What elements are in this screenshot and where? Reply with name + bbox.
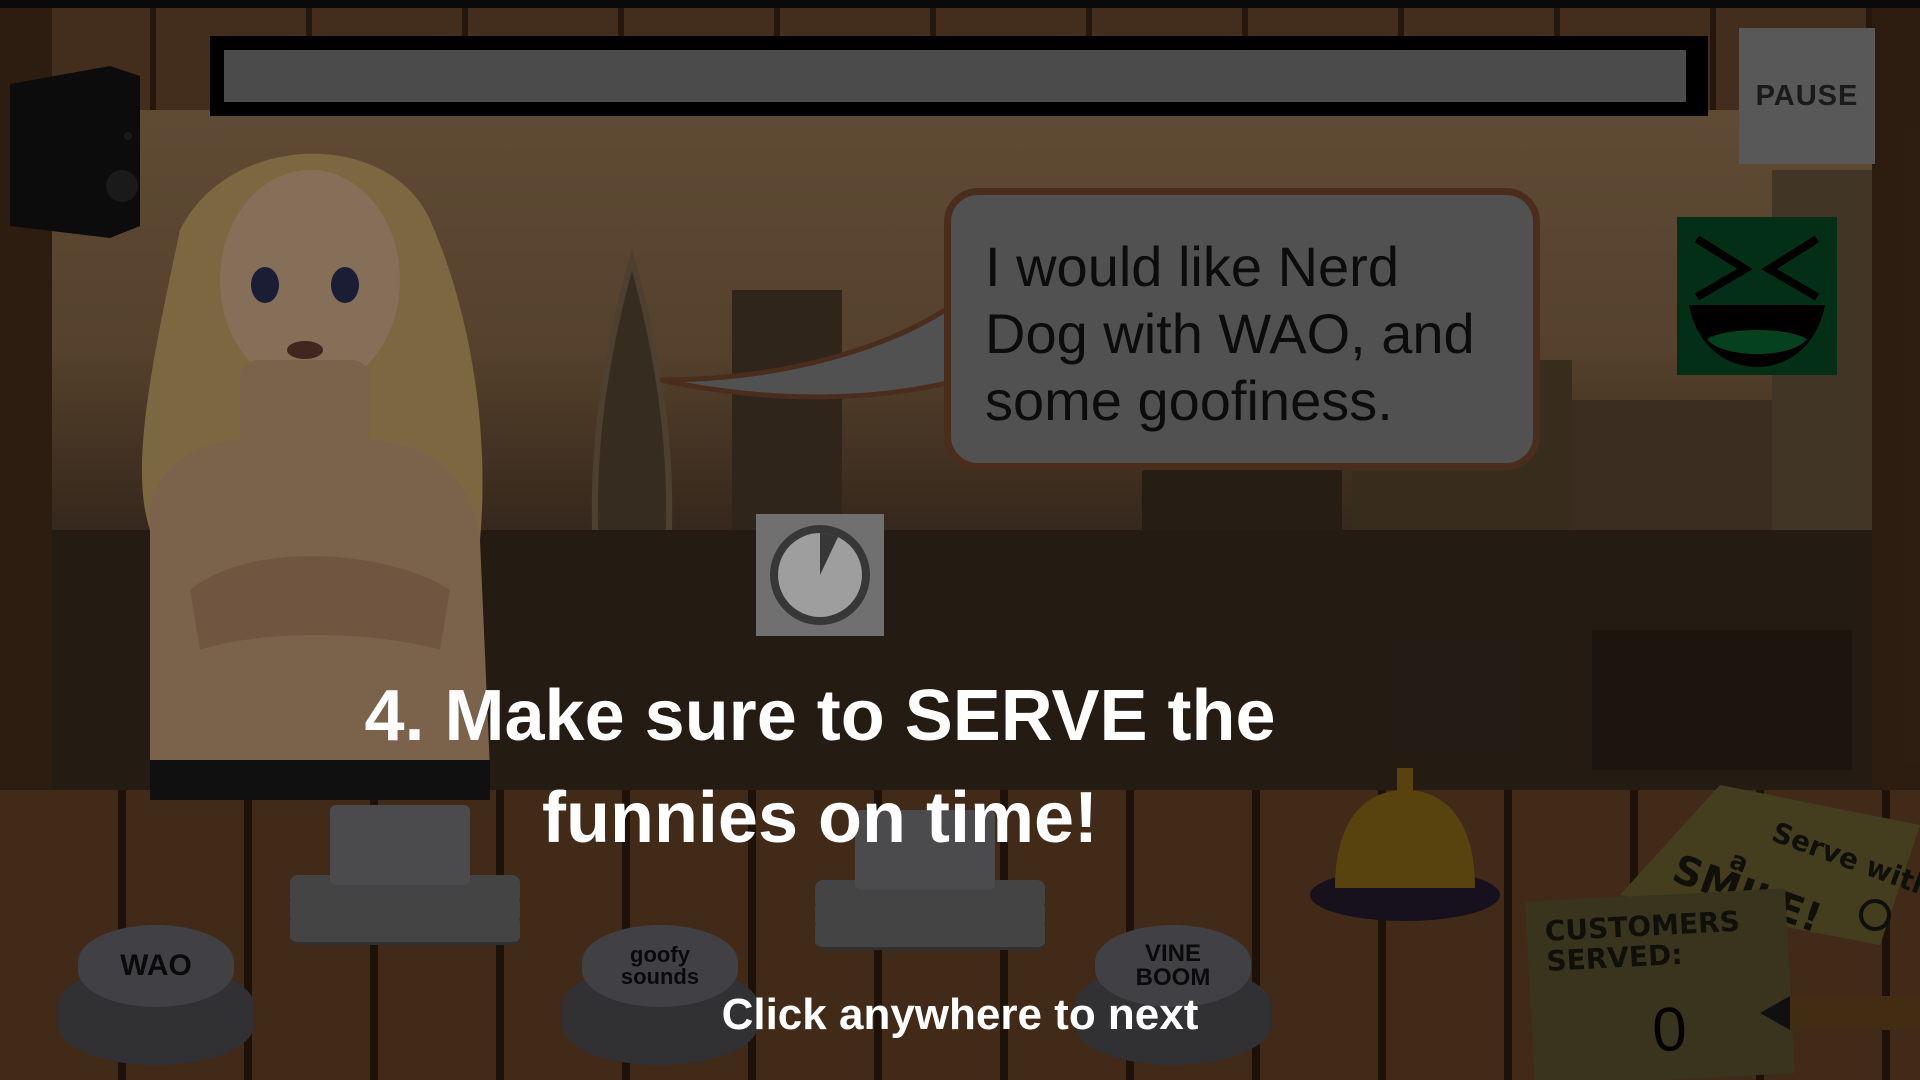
top-beam [0, 0, 1920, 8]
customers-served-tally: CUSTOMERS SERVED: 0 [1525, 888, 1795, 1080]
wao-sound-button[interactable]: WAO [58, 925, 254, 1065]
click-to-continue-hint: Click anywhere to next [721, 990, 1199, 1039]
stopwatch-icon [756, 514, 884, 636]
speech-bubble: I would like Nerd Dog with WAO, and some… [944, 188, 1540, 470]
wao-button-label: WAO [78, 925, 234, 1007]
tutorial-step-text: 4. Make sure to SERVE the funnies on tim… [364, 676, 1276, 858]
right-post [1872, 0, 1920, 800]
pause-button[interactable]: PAUSE [1739, 28, 1875, 164]
laughing-face-icon [1677, 217, 1837, 375]
pencil-icon [1760, 996, 1920, 1030]
tally-title-line2: SERVED: [1545, 937, 1684, 978]
order-timer-fill [224, 50, 1686, 102]
speech-bubble-tail [660, 300, 960, 400]
order-timer-bar [210, 36, 1708, 116]
customers-served-count: 0 [1650, 994, 1689, 1066]
customer-order-text: I would like Nerd Dog with WAO, and some… [985, 235, 1475, 432]
